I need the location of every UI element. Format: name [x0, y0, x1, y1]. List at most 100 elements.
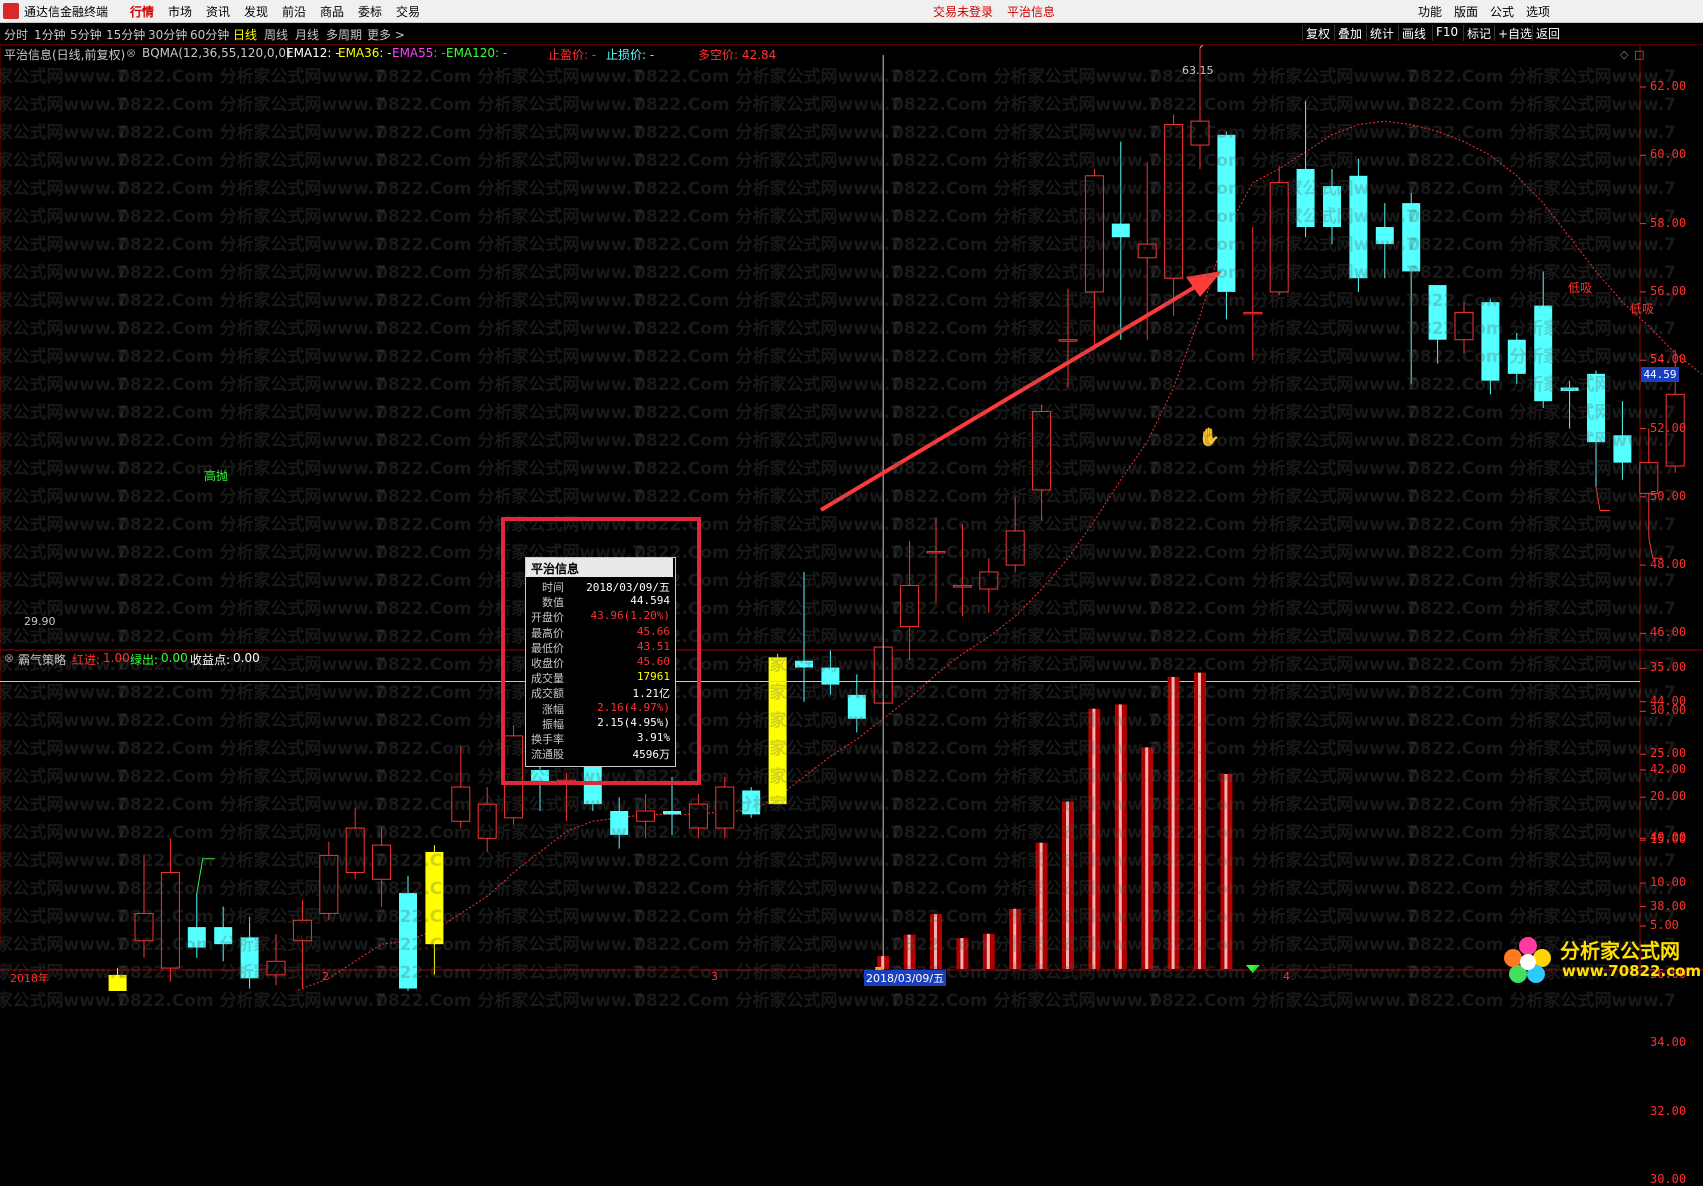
- sub-tick-label: 10.00: [1650, 875, 1687, 890]
- buy-low-signal-1: 低吸: [1568, 281, 1593, 295]
- info-row-label: 收盘价: [531, 657, 564, 670]
- price-tick-label: 38.00: [1650, 898, 1687, 913]
- menu-item-orders[interactable]: 委标: [358, 3, 382, 20]
- price-tick-label: 34.00: [1650, 1035, 1687, 1050]
- period-multi[interactable]: 多周期: [326, 26, 362, 43]
- menu-item-news[interactable]: 资讯: [206, 3, 230, 20]
- info-row-value: 2018/03/09/五: [586, 581, 670, 594]
- info-row: 最低价 43.51: [526, 640, 673, 655]
- candle-body: [1217, 134, 1236, 292]
- info-row-value: 45.66: [636, 624, 670, 638]
- login-status[interactable]: 交易未登录: [933, 3, 993, 20]
- signal-bar-highlight: [907, 934, 911, 969]
- period-5min[interactable]: 5分钟: [70, 26, 102, 43]
- candle-body: [1269, 182, 1289, 293]
- kline-chart[interactable]: ✋◇ □: [0, 45, 1703, 991]
- price-tick-label: 32.00: [1650, 1103, 1687, 1118]
- tool-f10[interactable]: F10: [1432, 25, 1461, 41]
- price-tick-label: 58.00: [1650, 215, 1687, 230]
- price-tick-label: 54.00: [1650, 352, 1687, 367]
- info-row: 收盘价 45.60: [526, 655, 673, 670]
- menu-item-commodities[interactable]: 商品: [320, 3, 344, 20]
- menu-item-quotes[interactable]: 行情: [130, 3, 154, 20]
- app-logo-icon: [3, 3, 19, 19]
- app-title: 通达信金融终端: [24, 5, 109, 19]
- info-row-value: 45.60: [636, 655, 670, 668]
- bqma-label: BQMA(12,36,55,120,0,0): [142, 46, 291, 60]
- menu-item-discover[interactable]: 发现: [244, 3, 268, 20]
- candle-body: [1613, 435, 1632, 463]
- sub-tick-label: 35.00: [1650, 660, 1687, 675]
- period-1min[interactable]: 1分钟: [34, 26, 66, 43]
- candle-body: [477, 803, 497, 839]
- period-30min[interactable]: 30分钟: [148, 26, 187, 43]
- sub-collapse-icon[interactable]: ⊗: [4, 651, 14, 665]
- menu-item-frontier[interactable]: 前沿: [282, 3, 306, 20]
- collapse-icon[interactable]: ⊗: [126, 46, 136, 60]
- crosshair-price-tag: 44.59: [1641, 367, 1679, 382]
- stop-loss-label: 止损价: -: [606, 48, 655, 62]
- info-row: 开盘价 43.96(1.20%): [526, 609, 673, 624]
- period-more[interactable]: 更多 >: [367, 26, 405, 43]
- menu-item-market[interactable]: 市场: [168, 3, 192, 20]
- candle-body: [372, 844, 392, 880]
- price-tick-label: 52.00: [1650, 420, 1687, 435]
- price-tick-label: 62.00: [1650, 79, 1687, 93]
- price-tick-label: 56.00: [1650, 283, 1687, 298]
- period-15min[interactable]: 15分钟: [106, 26, 145, 43]
- signal-bar-highlight: [1198, 672, 1201, 969]
- tool-statistics[interactable]: 统计: [1366, 25, 1397, 41]
- candle-body: [345, 827, 365, 873]
- period-monthly[interactable]: 月线: [295, 26, 319, 43]
- info-row-label: 成交量: [531, 672, 564, 686]
- info-row: 换手率 3.91%: [526, 731, 673, 746]
- sub-tick-label: 30.00: [1650, 703, 1687, 718]
- info-row-value: 2.15(4.95%): [597, 715, 670, 729]
- period-intraday[interactable]: 分时: [4, 26, 28, 43]
- period-bar: 分时 1分钟 5分钟 15分钟 30分钟 60分钟 日线 周线 月线 多周期 更…: [0, 23, 1703, 45]
- candle-body: [451, 786, 471, 822]
- candle-body: [715, 786, 735, 829]
- candle-body: [1137, 243, 1157, 259]
- info-panel-title-bar[interactable]: 平治信息 ✕: [526, 558, 673, 577]
- red-in-label: 红进:: [72, 653, 101, 667]
- candle-body: [1375, 227, 1394, 245]
- sub-tick-label: 25.00: [1650, 746, 1687, 761]
- flower-logo-icon: [1504, 937, 1551, 983]
- green-out-marker: [1245, 965, 1260, 973]
- period-weekly[interactable]: 周线: [264, 26, 288, 43]
- candle-body: [1111, 223, 1130, 238]
- info-panel[interactable]: 平治信息 ✕ 时间 2018/03/09/五 数值 44.594 开盘价 43.96(1.…: [525, 557, 676, 767]
- candle-body: [1296, 168, 1315, 228]
- take-profit-label: 止盈价: -: [548, 48, 597, 62]
- period-60min[interactable]: 60分钟: [190, 26, 229, 43]
- info-row-label: 振幅: [542, 717, 564, 731]
- menu-layout[interactable]: 版面: [1454, 3, 1478, 20]
- menu-function[interactable]: 功能: [1418, 3, 1442, 20]
- menu-bar: 通达信金融终端 行情 市场 资讯 发现 前沿 商品 委标 交易 交易未登录 平治…: [0, 0, 1703, 23]
- price-tick-label: 60.00: [1650, 147, 1687, 162]
- tool-add-watchlist[interactable]: +自选: [1494, 25, 1535, 41]
- menu-item-trade[interactable]: 交易: [396, 3, 420, 20]
- candle-body: [610, 810, 629, 835]
- candle-body: [1005, 530, 1025, 566]
- date-label-mar: 3: [711, 970, 718, 983]
- menu-options[interactable]: 选项: [1526, 3, 1550, 20]
- trend-arrow-head: [1186, 271, 1222, 297]
- tool-back[interactable]: 返回: [1532, 25, 1563, 41]
- tool-draw-line[interactable]: 画线: [1398, 25, 1429, 41]
- hand-cursor-icon: ✋: [1198, 426, 1220, 448]
- price-tick-label: 48.00: [1650, 557, 1687, 572]
- tool-mark[interactable]: 标记: [1463, 25, 1494, 41]
- period-daily[interactable]: 日线: [233, 26, 257, 43]
- signal-bar-highlight: [1118, 704, 1122, 969]
- candle-body: [134, 912, 154, 942]
- signal-bar-highlight: [1013, 908, 1017, 969]
- date-label-cursor: 2018/03/09/五: [864, 970, 947, 986]
- tool-restore-rights[interactable]: 复权: [1302, 25, 1333, 41]
- close-icon[interactable]: ✕: [531, 560, 669, 574]
- tool-overlay[interactable]: 叠加: [1334, 25, 1365, 41]
- menu-formula[interactable]: 公式: [1490, 3, 1514, 20]
- current-stock: 平治信息: [1007, 5, 1056, 19]
- info-row-label: 成交额: [531, 687, 564, 701]
